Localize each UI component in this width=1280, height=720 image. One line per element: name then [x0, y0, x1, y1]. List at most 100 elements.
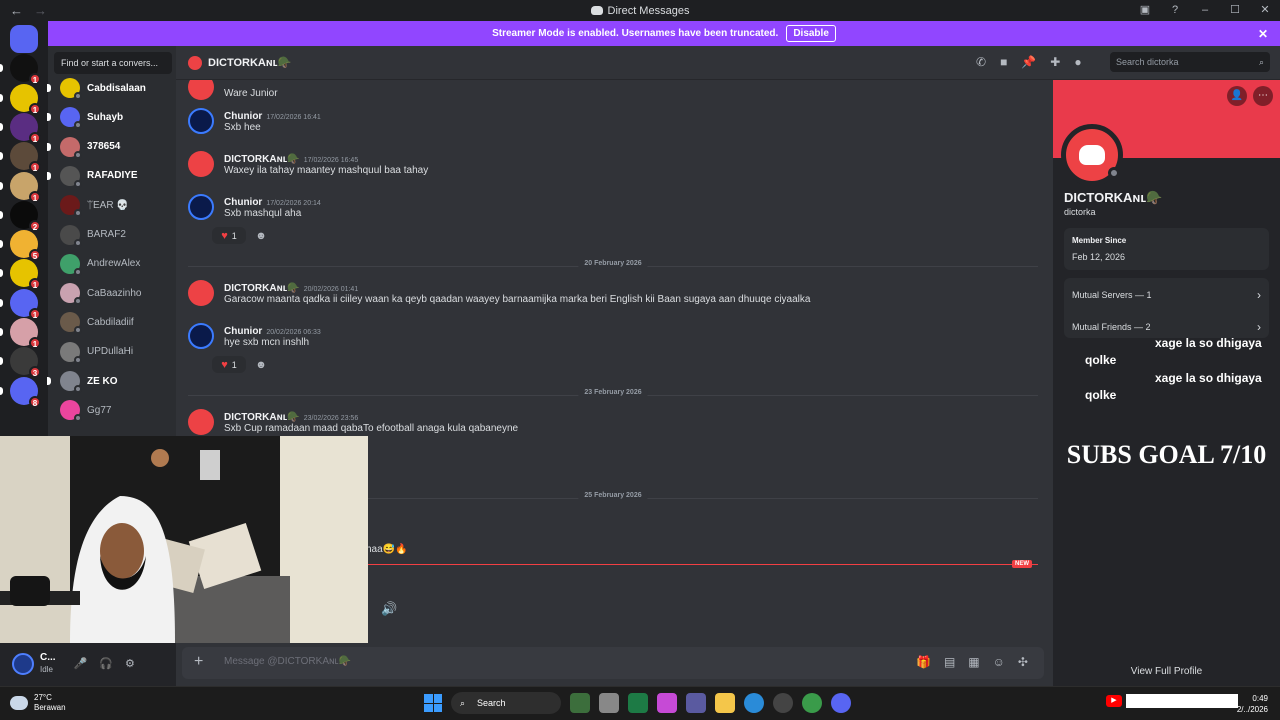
dm-item[interactable]: ᛠEAR 💀: [60, 192, 172, 218]
inbox-icon[interactable]: ▣: [1138, 3, 1152, 17]
message-author[interactable]: Chunior: [224, 326, 262, 337]
sticker-icon[interactable]: ▦: [968, 655, 979, 669]
message-text: Sxb mashqul aha: [224, 208, 302, 219]
weather-widget[interactable]: 27°C Berawan: [10, 693, 66, 713]
dm-item[interactable]: Cabdiladiif: [60, 309, 172, 335]
server-icon[interactable]: 5: [0, 230, 41, 262]
obs-icon[interactable]: [773, 693, 793, 713]
message-avatar[interactable]: [188, 108, 214, 134]
message-avatar[interactable]: [188, 151, 214, 177]
mutual-friends-row[interactable]: Mutual Friends — 2 ›: [1072, 320, 1261, 334]
server-icon[interactable]: 3: [0, 347, 41, 379]
dm-item[interactable]: CaBaazinho: [60, 280, 172, 306]
server-icon[interactable]: 1: [0, 318, 41, 349]
dm-avatar: [60, 341, 82, 364]
dm-item[interactable]: RAFADIYE: [47, 163, 172, 189]
windows-start-icon[interactable]: [424, 694, 442, 712]
add-friend-icon[interactable]: 👤: [1227, 86, 1247, 106]
dm-item[interactable]: Suhayb: [47, 104, 172, 130]
close-window-button[interactable]: ✕: [1258, 3, 1272, 17]
dm-item[interactable]: Cabdisalaan: [47, 75, 172, 101]
user-avatar[interactable]: [12, 652, 34, 675]
dm-item[interactable]: 378654: [47, 134, 172, 160]
chrome-icon[interactable]: [802, 693, 822, 713]
message-input[interactable]: + Message @DICTORKAɴʟ🪖 🎁 ▤ ▦ ☺ ✣: [182, 647, 1044, 679]
help-icon[interactable]: ?: [1168, 3, 1182, 17]
more-options-icon[interactable]: ⋯: [1253, 86, 1273, 106]
message-avatar[interactable]: [188, 409, 214, 435]
taskbar-search[interactable]: ⌕ Search: [451, 692, 561, 714]
dm-item[interactable]: UPDullaHi: [60, 339, 172, 365]
discord-taskbar-icon[interactable]: [831, 693, 851, 713]
dm-item[interactable]: BARAF2: [60, 222, 172, 248]
dm-item[interactable]: AndrewAlex: [60, 251, 172, 277]
gif-icon[interactable]: ▤: [944, 655, 955, 669]
headset-icon[interactable]: 🎧: [99, 657, 113, 670]
status-indicator: [74, 414, 82, 423]
dm-name: CaBaazinho: [87, 287, 142, 299]
edge-icon[interactable]: [744, 693, 764, 713]
heart-reaction[interactable]: ♥ 1: [212, 227, 246, 244]
disable-streamer-mode-button[interactable]: Disable: [786, 25, 836, 42]
unread-pip: [0, 328, 3, 336]
add-reaction-icon[interactable]: ☻: [254, 229, 268, 243]
mutual-servers-row[interactable]: Mutual Servers — 1 ›: [1072, 288, 1261, 302]
message-avatar[interactable]: [188, 280, 214, 306]
youtube-icon[interactable]: ▶: [1106, 695, 1122, 707]
mutual-servers-label: Mutual Servers — 1: [1072, 290, 1152, 300]
message-author[interactable]: DICTORKAɴʟ🪖: [224, 154, 300, 165]
minimize-button[interactable]: –: [1198, 3, 1212, 17]
file-app-icon[interactable]: [599, 693, 619, 713]
close-banner-icon[interactable]: ✕: [1258, 27, 1268, 41]
server-icon[interactable]: 1: [0, 83, 41, 115]
attach-plus-icon[interactable]: +: [194, 653, 203, 671]
message-author[interactable]: Chunior: [224, 197, 262, 208]
maximize-button[interactable]: ☐: [1228, 3, 1242, 17]
add-friends-to-dm-icon[interactable]: ✚: [1050, 55, 1060, 69]
server-icon[interactable]: 8: [0, 376, 41, 408]
gift-icon[interactable]: 🎁: [916, 655, 931, 669]
message-placeholder: Message @DICTORKAɴʟ🪖: [224, 656, 352, 667]
view-full-profile-link[interactable]: View Full Profile: [1053, 666, 1280, 677]
voice-call-icon[interactable]: ✆: [976, 55, 986, 69]
dm-item[interactable]: Gg77: [60, 397, 172, 423]
message-author[interactable]: Chunior: [224, 111, 262, 122]
emoji-icon[interactable]: ☺: [993, 655, 1005, 669]
user-name[interactable]: C... Idle: [40, 652, 56, 676]
message-avatar[interactable]: [188, 194, 214, 220]
server-icon[interactable]: 1: [0, 54, 41, 86]
message-avatar[interactable]: [188, 80, 214, 100]
server-icon[interactable]: 2: [0, 200, 41, 232]
microphone-icon[interactable]: 🎤: [74, 657, 88, 670]
chat-search-input[interactable]: Search dictorka ⌕: [1110, 52, 1270, 72]
store-icon[interactable]: [686, 693, 706, 713]
profile-avatar[interactable]: [1061, 124, 1123, 186]
dm-item[interactable]: ZE KO: [47, 368, 172, 394]
server-icon[interactable]: 1: [0, 112, 41, 144]
video-call-icon[interactable]: ■: [1000, 55, 1007, 69]
server-icon[interactable]: 1: [0, 171, 41, 203]
taskbar-clock[interactable]: 0:49 2/../2026: [1222, 693, 1268, 715]
user-profile-icon[interactable]: ●: [1074, 55, 1081, 69]
heart-reaction[interactable]: ♥ 1: [212, 356, 246, 373]
game-app-icon[interactable]: [570, 693, 590, 713]
server-icon[interactable]: [10, 25, 38, 53]
message-timestamp: 20/02/2026 06:33: [266, 329, 321, 336]
apps-icon[interactable]: ✣: [1018, 655, 1028, 669]
system-tray: ▶: [1106, 694, 1238, 708]
server-icon[interactable]: 1: [0, 142, 41, 174]
window-title-text: Direct Messages: [607, 4, 690, 17]
speaker-icon[interactable]: 🔊: [381, 601, 397, 617]
add-reaction-icon[interactable]: ☻: [254, 358, 268, 372]
find-conversation-input[interactable]: Find or start a convers...: [54, 52, 172, 74]
message-avatar[interactable]: [188, 323, 214, 349]
file-explorer-icon[interactable]: [715, 693, 735, 713]
settings-gear-icon[interactable]: ⚙: [125, 657, 135, 670]
server-icon[interactable]: 1: [0, 288, 41, 320]
message-author[interactable]: DICTORKAɴʟ🪖: [224, 283, 300, 294]
message-author[interactable]: DICTORKAɴʟ🪖: [224, 412, 300, 423]
pinned-messages-icon[interactable]: 📌: [1021, 55, 1036, 69]
microsoft-365-icon[interactable]: [657, 693, 677, 713]
excel-icon[interactable]: [628, 693, 648, 713]
server-icon[interactable]: 1: [0, 259, 41, 291]
